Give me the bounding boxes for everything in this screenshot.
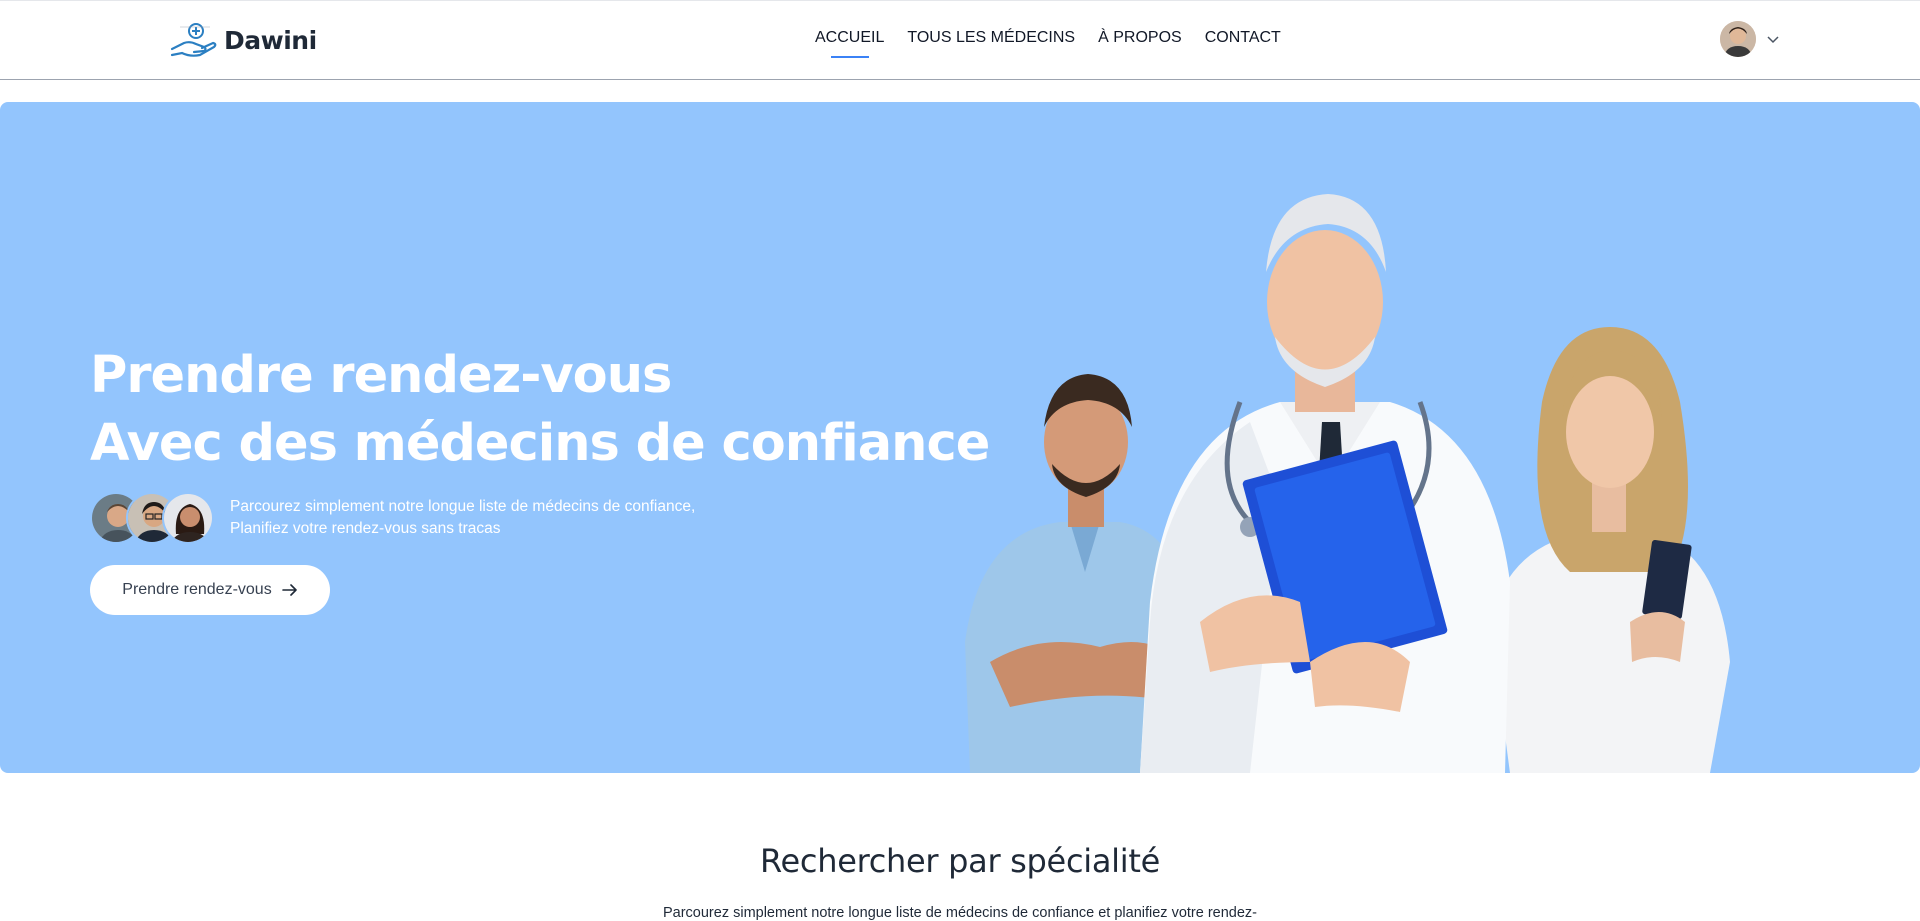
speciality-title: Rechercher par spécialité (760, 842, 1160, 880)
speciality-description: Parcourez simplement notre longue liste … (662, 905, 1258, 921)
top-navbar: Dawini ACCUEIL TOUS LES MÉDECINS À PROPO… (0, 0, 1920, 80)
book-appointment-button[interactable]: Prendre rendez-vous (90, 565, 330, 615)
hand-holding-medical-icon (170, 23, 217, 57)
nav-contact[interactable]: CONTACT (1205, 29, 1281, 55)
hero-title: Prendre rendez-vous Avec des médecins de… (90, 342, 990, 478)
book-appointment-label: Prendre rendez-vous (122, 581, 272, 598)
group-profiles-image (90, 492, 216, 544)
hero-title-line1: Prendre rendez-vous (90, 346, 672, 405)
hero-subtitle-line2: Planifiez votre rendez-vous sans tracas (230, 520, 501, 537)
profile-avatar-3 (162, 492, 214, 544)
brand-name: Dawini (224, 25, 317, 55)
main-nav: ACCUEIL TOUS LES MÉDECINS À PROPOS CONTA… (815, 29, 1281, 55)
doctors-illustration (965, 194, 1730, 773)
hero-subtitle-text: Parcourez simplement notre longue liste … (230, 496, 695, 540)
nav-accueil[interactable]: ACCUEIL (815, 29, 884, 55)
nav-a-propos[interactable]: À PROPOS (1098, 29, 1182, 55)
user-avatar[interactable] (1720, 21, 1756, 57)
chevron-down-icon[interactable] (1766, 32, 1780, 46)
doctor-center-figure (1140, 194, 1510, 773)
profile-menu[interactable] (1720, 21, 1780, 57)
arrow-right-icon (281, 584, 297, 596)
hero-subtitle-line1: Parcourez simplement notre longue liste … (230, 498, 696, 515)
hero-banner: Prendre rendez-vous Avec des médecins de… (0, 102, 1920, 773)
doctor-right-figure (1490, 327, 1730, 773)
nav-tous-les-medecins[interactable]: TOUS LES MÉDECINS (907, 29, 1075, 55)
brand-logo[interactable]: Dawini (170, 19, 317, 61)
hero-title-line2: Avec des médecins de confiance (90, 414, 990, 473)
hero-subtitle: Parcourez simplement notre longue liste … (90, 492, 695, 544)
